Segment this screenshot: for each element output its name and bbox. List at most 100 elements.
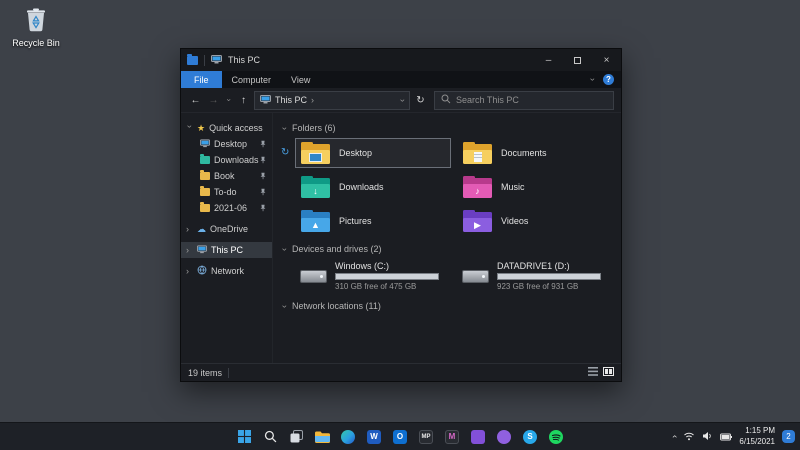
media-player-icon[interactable]: MP [418, 428, 435, 445]
sidebar-item-desktop[interactable]: Desktop [181, 136, 272, 152]
refresh-button[interactable]: ↻ [413, 95, 428, 106]
drives-grid: Windows (C:) 310 GB free of 475 GB DATAD… [295, 259, 615, 293]
folder-tile-desktop[interactable]: ↻ Desktop [295, 138, 451, 168]
status-bar: 19 items [181, 363, 621, 381]
chevron-right-icon[interactable]: › [186, 225, 193, 234]
chat-app-icon[interactable] [496, 428, 513, 445]
hard-drive-icon [462, 270, 489, 283]
network-icon[interactable] [683, 428, 695, 446]
title-bar[interactable]: This PC – × [181, 49, 621, 71]
help-button[interactable]: ? [603, 74, 614, 85]
group-label: Network locations (11) [292, 301, 381, 311]
recycle-bin-desktop-icon[interactable]: Recycle Bin [8, 6, 64, 48]
this-pc-icon [197, 245, 207, 256]
word-icon[interactable]: W [366, 428, 383, 445]
battery-icon[interactable] [720, 428, 732, 446]
group-header-drives[interactable]: › Devices and drives (2) [283, 242, 615, 256]
file-menu[interactable]: File [181, 71, 222, 88]
sidebar-item-label: This PC [211, 245, 243, 255]
recent-locations-icon[interactable]: › [225, 96, 233, 105]
notification-count-badge[interactable]: 2 [782, 430, 795, 443]
view-menu-tab[interactable]: View [281, 71, 320, 88]
group-header-folders[interactable]: › Folders (6) [283, 121, 615, 135]
folder-tile-downloads[interactable]: ↓ Downloads [295, 172, 451, 202]
chevron-right-icon[interactable]: › [186, 246, 193, 255]
sidebar-item-quick-access[interactable]: › ★ Quick access [181, 120, 272, 136]
folder-tile-videos[interactable]: ▶ Videos [457, 206, 613, 236]
computer-menu-tab[interactable]: Computer [222, 71, 282, 88]
back-button[interactable]: ← [188, 95, 203, 106]
taskbar: W O MP M S › 1:15 PM 6/15/2021 2 [0, 422, 800, 450]
free-space-text: 923 GB free of 931 GB [497, 282, 601, 291]
search-icon [441, 91, 451, 109]
clock-time: 1:15 PM [739, 426, 775, 436]
folder-tile-documents[interactable]: Documents [457, 138, 613, 168]
pin-icon [259, 156, 267, 166]
drive-tile-c[interactable]: Windows (C:) 310 GB free of 475 GB [295, 259, 451, 293]
large-icons-view-button[interactable] [603, 367, 614, 378]
sidebar-item-to-do[interactable]: To-do [181, 184, 272, 200]
up-button[interactable]: ↑ [236, 95, 251, 106]
expand-ribbon-icon[interactable]: › [588, 78, 597, 81]
details-view-button[interactable] [588, 367, 598, 378]
ribbon-menubar: File Computer View › ? [181, 71, 621, 88]
sidebar-item-2021-06[interactable]: 2021-06 [181, 200, 272, 216]
folder-tile-music[interactable]: ♪ Music [457, 172, 613, 202]
items-count: 19 items [188, 368, 222, 378]
search-box[interactable] [434, 91, 614, 110]
explorer-window: This PC – × File Computer View › ? ← → ›… [180, 48, 622, 382]
collapse-group-icon[interactable]: › [280, 248, 289, 251]
skype-icon[interactable]: S [522, 428, 539, 445]
start-button[interactable] [236, 428, 253, 445]
address-bar[interactable]: This PC › › [254, 91, 410, 110]
sidebar-item-label: To-do [214, 187, 237, 197]
volume-icon[interactable] [702, 428, 713, 446]
spotify-icon[interactable] [548, 428, 565, 445]
collapse-group-icon[interactable]: › [280, 305, 289, 308]
folder-name: Downloads [339, 182, 384, 192]
maximize-button[interactable] [563, 49, 592, 71]
address-dropdown-icon[interactable]: › [398, 99, 407, 102]
taskbar-search-icon[interactable] [262, 428, 279, 445]
collapse-group-icon[interactable]: › [280, 127, 289, 130]
breadcrumb-chevron-icon[interactable]: › [311, 96, 314, 105]
sidebar-item-label: Book [214, 171, 235, 181]
drive-tile-d[interactable]: DATADRIVE1 (D:) 923 GB free of 931 GB [457, 259, 613, 293]
onedrive-cloud-icon: ☁ [197, 225, 206, 234]
sidebar-item-downloads[interactable]: Downloads [181, 152, 272, 168]
forward-button[interactable]: → [206, 95, 221, 106]
store-app-icon[interactable] [470, 428, 487, 445]
minimize-button[interactable]: – [534, 49, 563, 71]
explorer-app-icon [187, 56, 198, 65]
chevron-down-icon[interactable]: › [185, 125, 194, 132]
sidebar-item-onedrive[interactable]: › ☁ OneDrive [181, 221, 272, 237]
close-button[interactable]: × [592, 49, 621, 71]
files-pane: › Folders (6) ↻ Desktop [273, 113, 621, 363]
hidden-icons-chevron-icon[interactable]: › [670, 435, 679, 438]
outlook-icon[interactable]: O [392, 428, 409, 445]
music-folder-icon: ♪ [463, 176, 492, 198]
breadcrumb[interactable]: This PC [275, 95, 307, 105]
sidebar-item-network[interactable]: › Network [181, 263, 272, 279]
hard-drive-icon [300, 270, 327, 283]
sync-icon: ↻ [281, 148, 289, 158]
file-explorer-icon[interactable] [314, 428, 331, 445]
mail-app-icon[interactable]: M [444, 428, 461, 445]
clock-date: 6/15/2021 [739, 437, 775, 447]
window-controls: – × [534, 49, 621, 71]
window-title: This PC [228, 55, 260, 65]
sidebar-item-book[interactable]: Book [181, 168, 272, 184]
chevron-right-icon[interactable]: › [186, 267, 193, 276]
task-view-icon[interactable] [288, 428, 305, 445]
taskbar-clock[interactable]: 1:15 PM 6/15/2021 [739, 426, 775, 447]
titlebar-divider [204, 55, 205, 66]
search-input[interactable] [456, 95, 607, 105]
edge-icon[interactable] [340, 428, 357, 445]
maximize-icon [574, 57, 581, 64]
desktop-folder-icon [301, 142, 330, 164]
group-header-network-locations[interactable]: › Network locations (11) [283, 299, 615, 313]
sidebar-item-label: OneDrive [210, 224, 248, 234]
documents-folder-icon [463, 142, 492, 164]
folder-tile-pictures[interactable]: ▲ Pictures [295, 206, 451, 236]
sidebar-item-this-pc[interactable]: › This PC [181, 242, 272, 258]
